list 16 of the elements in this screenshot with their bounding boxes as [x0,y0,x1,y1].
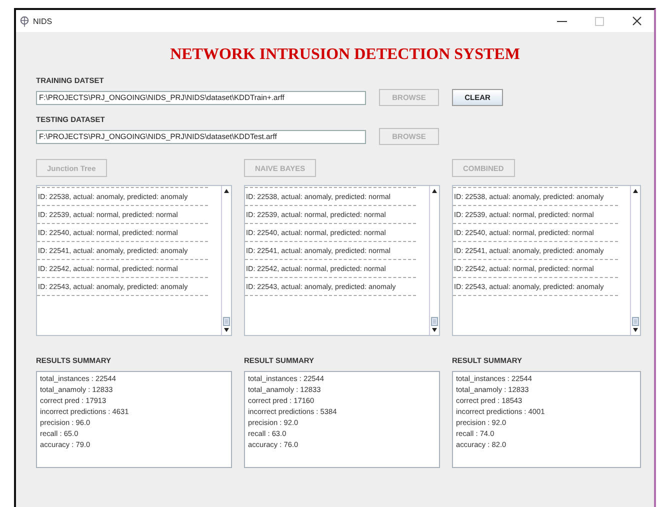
scrollbar[interactable] [630,186,640,335]
globe-icon [20,16,29,26]
scrollbar[interactable] [429,186,439,335]
scroll-down-icon[interactable] [432,328,437,332]
scroll-thumb-icon[interactable] [223,317,230,326]
scroll-up-icon[interactable] [432,189,437,193]
scroll-down-icon[interactable] [224,328,229,332]
scroll-thumb-icon[interactable] [632,317,639,326]
window-title: NIDS [33,16,52,26]
close-icon[interactable] [632,16,642,26]
app-heading: NETWORK INTRUSION DETECTION SYSTEM [169,46,521,64]
scroll-up-icon[interactable] [633,189,638,193]
scroll-up-icon[interactable] [224,189,229,193]
scroll-thumb-icon[interactable] [431,317,438,326]
scroll-down-icon[interactable] [633,328,638,332]
scrollbar[interactable] [221,186,231,335]
